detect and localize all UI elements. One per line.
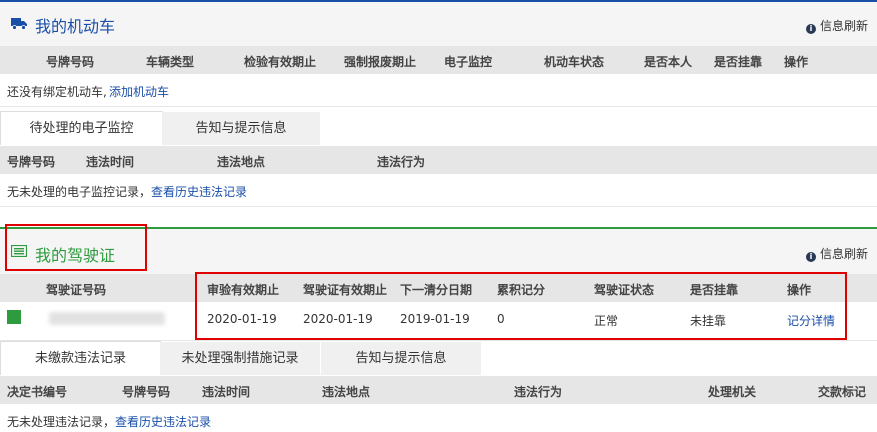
col-header: 违法行为	[377, 155, 426, 169]
col-header: 是否本人	[644, 55, 693, 69]
tab-pending-monitor[interactable]: 待处理的电子监控	[0, 111, 163, 145]
add-vehicle-link[interactable]: 添加机动车	[109, 83, 169, 100]
highlight-box-license-title	[5, 224, 147, 271]
col-header: 违法行为	[514, 385, 563, 399]
col-header: 处理机关	[708, 385, 757, 399]
monitor-table-header: 号牌号码 违法时间 违法地点 违法行为	[0, 146, 877, 174]
vehicle-panel-header: 我的机动车 i 信息刷新	[0, 0, 877, 46]
col-header: 强制报废期止	[344, 55, 417, 69]
col-header: 号牌号码	[46, 55, 95, 69]
info-icon: i	[806, 24, 816, 34]
col-header: 交款标记	[818, 385, 867, 399]
col-header: 车辆类型	[146, 55, 195, 69]
col-header: 号牌号码	[7, 155, 56, 169]
col-header: 机动车状态	[544, 55, 605, 69]
monitor-history-link[interactable]: 查看历史违法记录	[151, 183, 247, 200]
tab-unpaid-violations[interactable]: 未缴款违法记录	[0, 341, 161, 375]
vehicle-empty-text: 还没有绑定机动车,	[7, 85, 107, 99]
tab-enforcement-records[interactable]: 未处理强制措施记录	[160, 342, 320, 375]
highlight-box-license-row	[195, 272, 847, 340]
vehicle-refresh-label: 信息刷新	[820, 19, 869, 33]
monitor-empty-text: 无未处理的电子监控记录，	[7, 185, 152, 199]
violations-table-header: 决定书编号 号牌号码 违法时间 违法地点 违法行为 处理机关 交款标记	[0, 376, 877, 404]
monitor-empty-row: 无未处理的电子监控记录， 查看历史违法记录	[0, 174, 877, 207]
vehicle-panel-title: 我的机动车	[35, 17, 116, 36]
violations-history-link[interactable]: 查看历史违法记录	[115, 413, 211, 430]
col-header: 电子监控	[444, 55, 493, 69]
col-header: 号牌号码	[122, 385, 171, 399]
monitor-tabbar: 待处理的电子监控 告知与提示信息	[0, 111, 877, 145]
tab-notices[interactable]: 告知与提示信息	[162, 112, 320, 145]
info-icon: i	[806, 252, 816, 262]
col-header: 是否挂靠	[714, 55, 763, 69]
col-header: 决定书编号	[7, 385, 68, 399]
col-header: 驾驶证号码	[46, 283, 107, 297]
vehicle-empty-row: 还没有绑定机动车, 添加机动车	[0, 74, 877, 107]
col-header: 违法时间	[202, 385, 251, 399]
violations-empty-text: 无未处理违法记录，	[7, 415, 116, 429]
tab-violation-notices[interactable]: 告知与提示信息	[321, 342, 481, 375]
license-number-redacted	[49, 312, 165, 325]
license-refresh-button[interactable]: i 信息刷新	[806, 245, 868, 262]
col-header: 违法时间	[86, 155, 135, 169]
col-header: 操作	[784, 55, 809, 69]
col-header: 违法地点	[217, 155, 266, 169]
license-refresh-label: 信息刷新	[820, 247, 869, 261]
violations-tabbar: 未缴款违法记录 未处理强制措施记录 告知与提示信息	[0, 341, 877, 375]
status-square-icon	[7, 310, 21, 324]
violations-empty-row: 无未处理违法记录， 查看历史违法记录	[0, 404, 877, 432]
col-header: 检验有效期止	[244, 55, 317, 69]
col-header: 违法地点	[322, 385, 371, 399]
vehicle-refresh-button[interactable]: i 信息刷新	[806, 17, 868, 34]
truck-icon	[11, 18, 27, 30]
vehicle-table-header: 号牌号码 车辆类型 检验有效期止 强制报废期止 电子监控 机动车状态 是否本人 …	[0, 46, 877, 74]
